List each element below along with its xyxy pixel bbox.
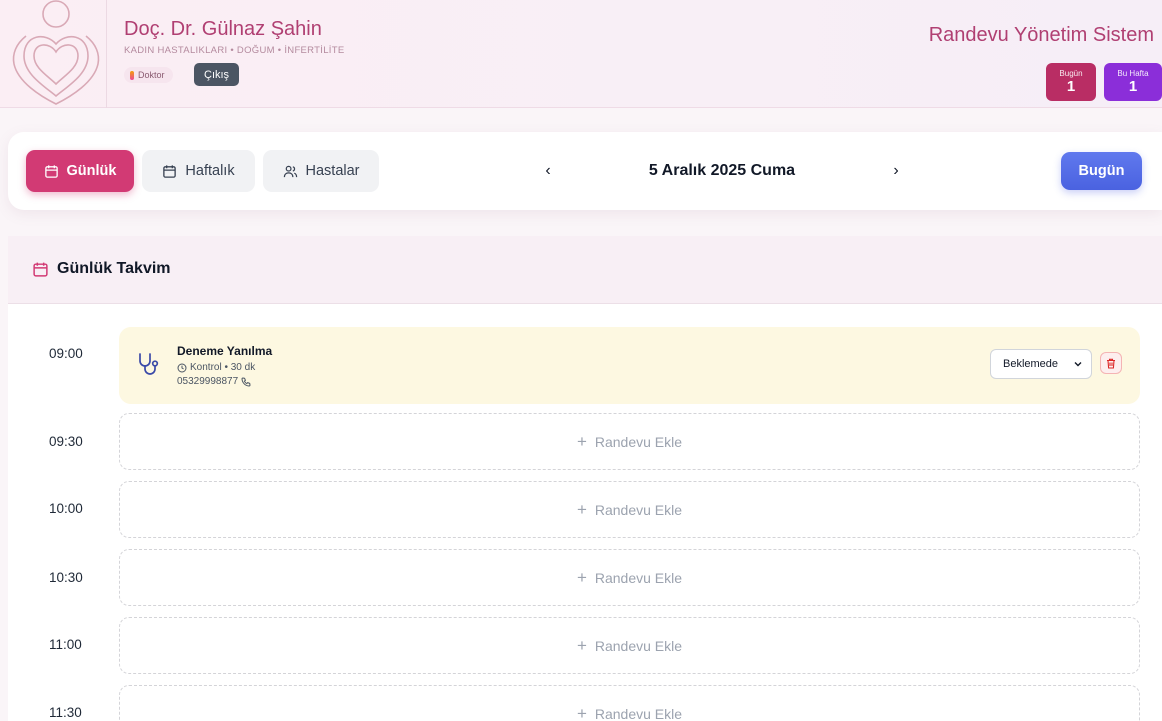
today-button[interactable]: Bugün [1061, 152, 1142, 190]
users-icon [283, 165, 297, 177]
add-appointment-label: Randevu Ekle [594, 637, 683, 654]
stat-week: Bu Hafta 1 [1104, 63, 1162, 101]
logout-button[interactable]: Çıkış [194, 63, 240, 86]
tab-daily[interactable]: Günlük [26, 150, 134, 192]
calendar-icon [33, 262, 48, 277]
tab-daily-label: Günlük [66, 163, 117, 179]
role-badge-label: Doktor [138, 70, 165, 80]
appointment-phone: 05329998877 [177, 376, 251, 387]
system-title: Randevu Yönetim Sistem [928, 24, 1154, 46]
add-appointment-slot[interactable]: + Randevu Ekle [119, 549, 1140, 606]
slot-time: 10:00 [49, 501, 83, 516]
stat-today-label: Bugün [1059, 69, 1083, 78]
slot-time: 10:30 [49, 570, 83, 585]
chevron-down-icon [1074, 362, 1082, 367]
clinic-logo [12, 0, 100, 105]
calendar-icon [163, 164, 177, 178]
current-date: 5 Aralık 2025 Cuma [648, 162, 796, 179]
add-appointment-slot[interactable]: + Randevu Ekle [119, 685, 1140, 721]
appointment-card[interactable]: Deneme Yanılma Kontrol • 30 dk 053299988… [119, 327, 1140, 404]
tab-patients[interactable]: Hastalar [263, 150, 379, 192]
role-badge: Doktor [124, 67, 173, 83]
app-header: Doç. Dr. Gülnaz Şahin KADIN HASTALIKLARI… [0, 0, 1162, 108]
patient-name: Deneme Yanılma [177, 344, 273, 358]
appointment-type: Kontrol • 30 dk [190, 362, 256, 373]
doctor-specialty: KADIN HASTALIKLARI • DOĞUM • İNFERTİLİTE [124, 45, 345, 56]
plus-icon: + [576, 499, 587, 519]
calendar-title-label: Günlük Takvim [57, 260, 171, 277]
stat-today-value: 1 [1066, 78, 1076, 95]
tab-weekly[interactable]: Haftalık [142, 150, 255, 192]
view-nav-card: Günlük Haftalık Hastalar ‹ 5 Aralık 2025… [8, 132, 1162, 210]
slot-time: 11:00 [49, 637, 82, 652]
add-appointment-label: Randevu Ekle [594, 569, 683, 586]
phone-icon [241, 376, 251, 387]
slot-time: 09:00 [49, 346, 83, 361]
calendar-icon [44, 164, 58, 178]
status-value: Beklemede [1003, 358, 1059, 370]
calendar-title: Günlük Takvim [32, 260, 171, 278]
stat-week-label: Bu Hafta [1117, 69, 1149, 78]
stethoscope-icon [139, 353, 159, 375]
add-appointment-label: Randevu Ekle [594, 705, 683, 721]
delete-button[interactable] [1100, 352, 1122, 374]
patient-phone: 05329998877 [177, 376, 239, 387]
add-appointment-slot[interactable]: + Randevu Ekle [119, 413, 1140, 470]
header-divider [106, 0, 107, 108]
add-appointment-slot[interactable]: + Randevu Ekle [119, 481, 1140, 538]
stat-today: Bugün 1 [1046, 63, 1096, 101]
app-page: Doç. Dr. Gülnaz Şahin KADIN HASTALIKLARI… [0, 0, 1162, 721]
chevron-left-icon[interactable]: ‹ [536, 158, 560, 184]
status-select[interactable]: Beklemede [990, 349, 1092, 379]
slot-time: 11:30 [49, 705, 82, 720]
role-icon [130, 70, 134, 80]
add-appointment-label: Randevu Ekle [594, 501, 683, 518]
stat-week-value: 1 [1128, 78, 1138, 95]
plus-icon: + [576, 703, 587, 721]
plus-icon: + [576, 635, 587, 655]
doctor-name: Doç. Dr. Gülnaz Şahin [124, 18, 322, 40]
plus-icon: + [576, 431, 587, 451]
appointment-meta: Kontrol • 30 dk [177, 362, 255, 373]
slot-time: 09:30 [49, 434, 83, 449]
calendar-header: Günlük Takvim [8, 236, 1162, 304]
chevron-right-icon[interactable]: › [884, 158, 908, 184]
trash-icon [1107, 358, 1115, 369]
add-appointment-label: Randevu Ekle [594, 433, 683, 450]
plus-icon: + [576, 567, 587, 587]
add-appointment-slot[interactable]: + Randevu Ekle [119, 617, 1140, 674]
tab-patients-label: Hastalar [305, 163, 360, 179]
tab-weekly-label: Haftalık [185, 163, 235, 179]
clock-icon [177, 363, 187, 372]
